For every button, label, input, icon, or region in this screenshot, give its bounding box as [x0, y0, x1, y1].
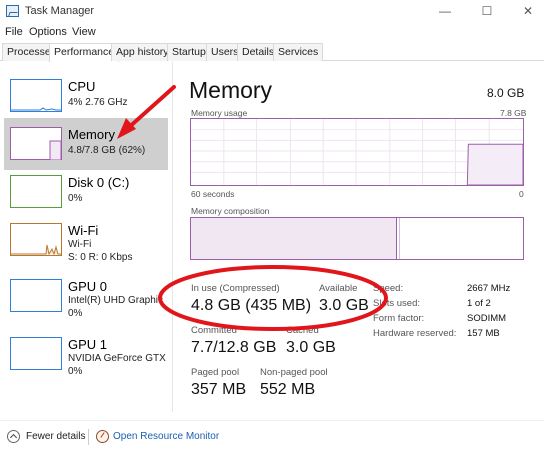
spec-slots-label: Slots used:	[373, 298, 420, 309]
title-bar: Task Manager — ☐ ✕	[0, 0, 544, 24]
memory-usage-label: Memory usage	[191, 108, 248, 118]
sidebar-item-detail-2: S: 0 R: 0 Kbps	[68, 252, 133, 263]
footer-divider	[88, 429, 89, 445]
memory-thumbnail-graph	[10, 127, 62, 160]
non-paged-pool-label: Non-paged pool	[260, 367, 328, 378]
spec-slots-value: 1 of 2	[467, 298, 491, 309]
sidebar-item-detail: 4% 2.76 GHz	[68, 97, 128, 108]
committed-value: 7.7/12.8 GB	[191, 339, 277, 356]
tab-services[interactable]: Services	[273, 43, 324, 61]
sidebar-item-cpu[interactable]: CPU 4% 2.76 GHz	[4, 70, 168, 122]
sidebar-item-detail: 4.8/7.8 GB (62%)	[68, 145, 146, 156]
resource-monitor-icon[interactable]	[96, 430, 109, 443]
in-use-label: In use (Compressed)	[191, 283, 280, 294]
sidebar-item-label: Disk 0 (C:)	[68, 175, 130, 190]
tab-performance[interactable]: Performance	[49, 43, 120, 62]
sidebar-item-wifi[interactable]: Wi-Fi Wi-Fi S: 0 R: 0 Kbps	[4, 214, 168, 266]
close-button[interactable]: ✕	[518, 3, 538, 19]
committed-label: Committed	[191, 325, 237, 336]
disk-thumbnail-graph	[10, 175, 62, 208]
menu-file[interactable]: File	[5, 26, 23, 38]
cached-value: 3.0 GB	[286, 339, 336, 356]
sidebar-item-gpu-1[interactable]: GPU 1 NVIDIA GeForce GTX 0%	[4, 328, 168, 380]
non-paged-pool-value: 552 MB	[260, 381, 316, 398]
maximize-button[interactable]: ☐	[477, 3, 497, 19]
spec-speed-label: Speed:	[373, 283, 404, 294]
footer-bar: Fewer details Open Resource Monitor	[0, 420, 544, 453]
sidebar-item-detail: Wi-Fi	[68, 239, 92, 250]
time-span-label: 60 seconds	[191, 189, 235, 199]
task-manager-icon	[6, 5, 19, 17]
menu-view[interactable]: View	[72, 26, 96, 38]
cpu-thumbnail-graph	[10, 79, 62, 112]
spec-hardware-reserved-value: 157 MB	[467, 328, 500, 339]
sidebar-item-label: Wi-Fi	[68, 223, 99, 238]
sidebar-item-gpu-0[interactable]: GPU 0 Intel(R) UHD Graphic 0%	[4, 270, 168, 322]
time-end-label: 0	[519, 189, 524, 199]
paged-pool-value: 357 MB	[191, 381, 247, 398]
sidebar-item-detail: Intel(R) UHD Graphic	[68, 295, 164, 306]
gpu-0-thumbnail-graph	[10, 279, 62, 312]
spec-form-factor-label: Form factor:	[373, 313, 425, 324]
spec-form-factor-value: SODIMM	[467, 313, 507, 324]
sidebar-item-label: CPU	[68, 79, 96, 94]
page-title: Memory	[189, 77, 273, 103]
memory-composition-label: Memory composition	[191, 206, 270, 216]
memory-total: 8.0 GB	[487, 86, 525, 100]
sidebar-item-label: GPU 0	[68, 279, 108, 294]
in-use-value: 4.8 GB (435 MB)	[191, 297, 312, 314]
composition-in-use-segment	[191, 218, 397, 259]
tab-app-history[interactable]: App history	[111, 43, 174, 61]
cached-label: Cached	[286, 325, 319, 336]
minimize-button[interactable]: —	[435, 3, 455, 19]
sidebar-item-label: Memory	[68, 127, 115, 142]
sidebar-item-disk[interactable]: Disk 0 (C:) 0%	[4, 166, 168, 218]
gpu-1-thumbnail-graph	[10, 337, 62, 370]
sidebar-item-detail: NVIDIA GeForce GTX	[68, 353, 166, 364]
sidebar-item-memory[interactable]: Memory 4.8/7.8 GB (62%)	[4, 118, 168, 170]
tab-bar: Processes Performance App history Startu…	[0, 42, 544, 62]
memory-usage-graph	[190, 118, 524, 186]
window-title: Task Manager	[25, 5, 95, 17]
available-value: 3.0 GB	[319, 297, 369, 314]
performance-sidebar: CPU 4% 2.76 GHz Memory 4.8/7.8 GB (62%) …	[0, 62, 173, 412]
chevron-up-icon[interactable]	[7, 430, 20, 443]
spec-speed-value: 2667 MHz	[467, 283, 511, 294]
memory-composition-bar	[190, 217, 524, 260]
fewer-details-link[interactable]: Fewer details	[26, 431, 85, 442]
menu-bar: File Options View	[0, 24, 544, 42]
memory-usage-area	[466, 143, 523, 185]
sidebar-item-detail-2: 0%	[68, 366, 83, 377]
spec-hardware-reserved-label: Hardware reserved:	[373, 328, 457, 339]
sidebar-item-detail-2: 0%	[68, 308, 83, 319]
composition-standby-segment	[397, 218, 400, 259]
tab-startup[interactable]: Startup	[167, 43, 211, 61]
open-resource-monitor-link[interactable]: Open Resource Monitor	[113, 431, 219, 442]
menu-options[interactable]: Options	[29, 26, 67, 38]
memory-usage-max: 7.8 GB	[500, 108, 527, 118]
sidebar-item-label: GPU 1	[68, 337, 108, 352]
sidebar-item-detail: 0%	[68, 193, 83, 204]
available-label: Available	[319, 283, 358, 294]
wifi-thumbnail-graph	[10, 223, 62, 256]
paged-pool-label: Paged pool	[191, 367, 240, 378]
